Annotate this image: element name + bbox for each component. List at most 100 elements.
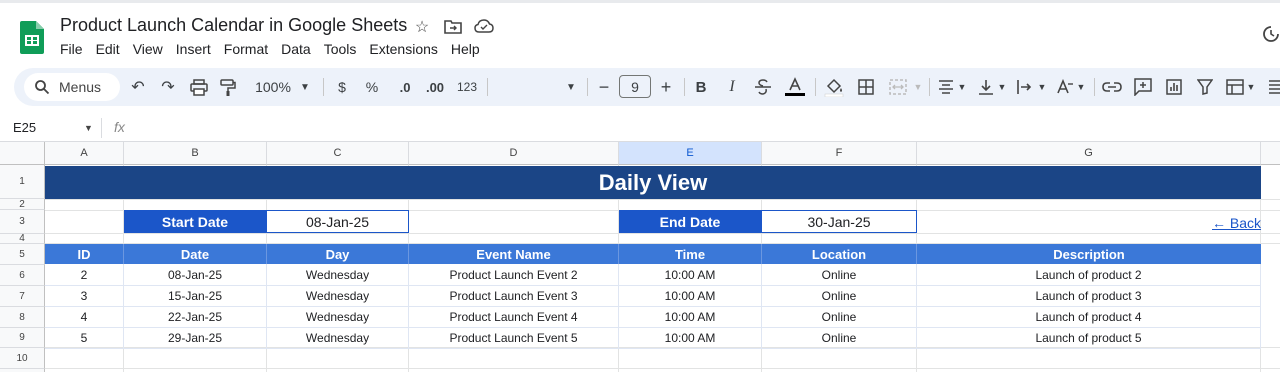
menu-data[interactable]: Data (281, 41, 311, 59)
row-header-6[interactable]: 6 (0, 265, 45, 286)
horizontal-align-icon[interactable] (938, 80, 954, 94)
borders-icon[interactable] (858, 79, 874, 95)
italic-button[interactable]: I (724, 76, 740, 98)
row-header-10[interactable]: 10 (0, 348, 45, 369)
vertical-align-icon[interactable] (978, 79, 994, 95)
column-header-c[interactable]: C (267, 142, 409, 165)
text-wrapping-icon[interactable] (1017, 79, 1033, 95)
fill-color-icon[interactable] (824, 77, 844, 97)
table-cell[interactable]: 3 (45, 286, 124, 307)
start-date-input[interactable]: 08-Jan-25 (266, 210, 409, 233)
menu-help[interactable]: Help (451, 41, 480, 59)
menu-insert[interactable]: Insert (176, 41, 211, 59)
table-cell[interactable]: 10:00 AM (619, 286, 762, 307)
merge-cells-icon[interactable] (889, 79, 907, 95)
insert-chart-icon[interactable] (1166, 79, 1182, 95)
row-header-4[interactable]: 4 (0, 233, 45, 244)
table-header-event-name[interactable]: Event Name (409, 244, 619, 264)
strikethrough-icon[interactable] (754, 79, 772, 95)
table-cell[interactable]: Launch of product 2 (917, 265, 1261, 286)
row-header-7[interactable]: 7 (0, 286, 45, 307)
undo-icon[interactable]: ↶ (128, 76, 148, 98)
font-size-input[interactable]: 9 (619, 75, 651, 98)
table-cell[interactable]: 4 (45, 307, 124, 328)
menu-edit[interactable]: Edit (96, 41, 120, 59)
row-header-1[interactable]: 1 (0, 165, 45, 199)
decrease-font-size-icon[interactable]: − (596, 76, 612, 98)
filter-icon[interactable] (1197, 79, 1213, 95)
redo-icon[interactable]: ↷ (158, 76, 178, 98)
cloud-saved-icon[interactable] (474, 18, 494, 34)
end-date-label[interactable]: End Date (619, 210, 761, 233)
end-date-input[interactable]: 30-Jan-25 (761, 210, 917, 233)
table-cell[interactable]: 29-Jan-25 (124, 328, 267, 349)
row-header-3[interactable]: 3 (0, 210, 45, 234)
wrap-dropdown-icon[interactable]: ▼ (1036, 76, 1048, 98)
zoom-select[interactable]: 100% (252, 76, 294, 98)
table-cell[interactable]: Online (762, 265, 917, 286)
name-box-dropdown-icon[interactable]: ▼ (84, 123, 93, 133)
table-cell[interactable]: Launch of product 4 (917, 307, 1261, 328)
insert-link-icon[interactable] (1102, 81, 1122, 93)
table-header-date[interactable]: Date (124, 244, 267, 264)
back-link[interactable]: ← Back (1212, 215, 1261, 231)
column-header-a[interactable]: A (45, 142, 124, 165)
table-cell[interactable]: Launch of product 5 (917, 328, 1261, 349)
menu-extensions[interactable]: Extensions (369, 41, 437, 59)
filter-views-dropdown-icon[interactable]: ▼ (1245, 76, 1257, 98)
column-header-overflow[interactable] (1261, 142, 1280, 165)
table-cell[interactable]: 2 (45, 265, 124, 286)
sheet-banner-title[interactable]: Daily View (45, 166, 1261, 199)
menu-format[interactable]: Format (224, 41, 268, 59)
table-cell[interactable]: Wednesday (267, 286, 409, 307)
table-header-time[interactable]: Time (619, 244, 762, 264)
text-color-icon[interactable] (784, 77, 806, 97)
text-rotation-icon[interactable] (1056, 79, 1074, 95)
print-icon[interactable] (190, 79, 208, 96)
insert-comment-icon[interactable] (1134, 78, 1152, 96)
select-all-corner[interactable] (0, 142, 45, 165)
table-cell[interactable]: Wednesday (267, 265, 409, 286)
column-header-g[interactable]: G (917, 142, 1261, 165)
table-cell[interactable]: 10:00 AM (619, 307, 762, 328)
more-options-icon[interactable] (1268, 80, 1280, 94)
row-header-8[interactable]: 8 (0, 307, 45, 328)
table-cell[interactable]: Online (762, 328, 917, 349)
table-cell[interactable]: Online (762, 286, 917, 307)
name-box[interactable]: E25 (13, 120, 36, 135)
currency-format-button[interactable]: $ (334, 76, 350, 98)
table-cell[interactable]: Online (762, 307, 917, 328)
font-dropdown-icon[interactable]: ▼ (564, 76, 578, 98)
star-icon[interactable]: ☆ (412, 17, 432, 37)
table-header-location[interactable]: Location (762, 244, 917, 264)
merge-dropdown-icon[interactable]: ▼ (912, 76, 924, 98)
table-cell[interactable]: Product Launch Event 3 (409, 286, 619, 307)
increase-font-size-icon[interactable]: + (658, 76, 674, 98)
percent-format-button[interactable]: % (363, 76, 381, 98)
table-cell[interactable]: Product Launch Event 4 (409, 307, 619, 328)
table-header-id[interactable]: ID (45, 244, 124, 264)
table-cell[interactable]: 22-Jan-25 (124, 307, 267, 328)
table-cell[interactable]: Launch of product 3 (917, 286, 1261, 307)
table-header-description[interactable]: Description (917, 244, 1261, 264)
table-cell[interactable]: 5 (45, 328, 124, 349)
bold-button[interactable]: B (693, 76, 709, 98)
move-folder-icon[interactable] (444, 18, 462, 34)
rotation-dropdown-icon[interactable]: ▼ (1075, 76, 1087, 98)
column-header-d[interactable]: D (409, 142, 619, 165)
table-cell[interactable]: 08-Jan-25 (124, 265, 267, 286)
column-header-b[interactable]: B (124, 142, 267, 165)
menus-search-button[interactable]: Menus (24, 73, 120, 101)
row-header-9[interactable]: 9 (0, 328, 45, 348)
table-cell[interactable]: 15-Jan-25 (124, 286, 267, 307)
valign-dropdown-icon[interactable]: ▼ (996, 76, 1008, 98)
filter-views-icon[interactable] (1226, 79, 1244, 95)
sheets-logo-icon[interactable] (20, 21, 44, 54)
number-format-button[interactable]: 123 (454, 76, 480, 98)
table-cell[interactable]: Wednesday (267, 328, 409, 349)
table-cell[interactable]: Product Launch Event 5 (409, 328, 619, 349)
menu-tools[interactable]: Tools (324, 41, 357, 59)
version-history-icon[interactable] (1262, 22, 1280, 46)
column-header-f[interactable]: F (762, 142, 917, 165)
start-date-label[interactable]: Start Date (124, 210, 266, 233)
